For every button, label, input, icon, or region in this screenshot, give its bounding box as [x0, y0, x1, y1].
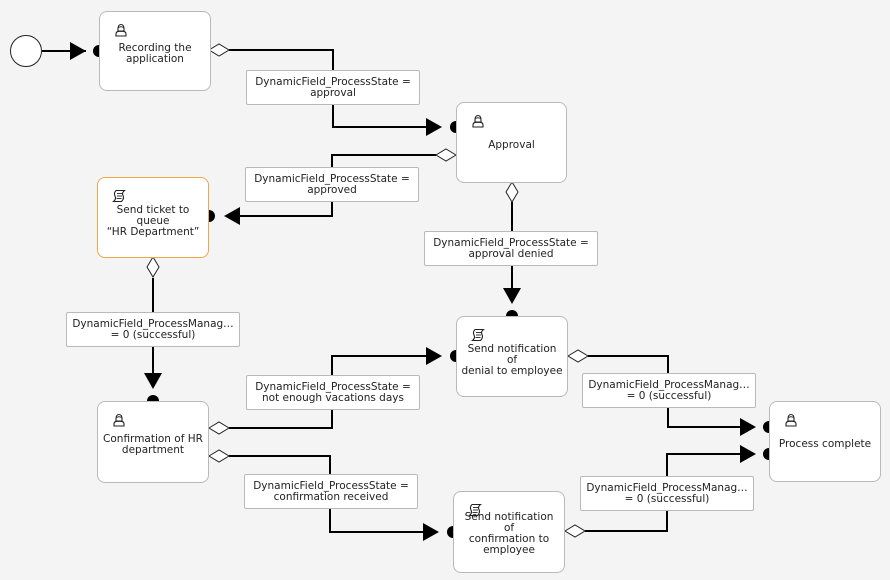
activity-process-complete[interactable]: Process complete — [769, 401, 881, 482]
transition-label-line: = 0 (successful) — [110, 328, 196, 341]
activity-label-line: employee — [483, 544, 535, 556]
arrowhead-icon — [70, 42, 86, 60]
transition-source-diamond[interactable] — [505, 181, 519, 203]
activity-label-line: application — [126, 53, 184, 65]
transition-source-diamond[interactable] — [567, 349, 589, 363]
start-event[interactable] — [10, 35, 42, 67]
transition-label-confirmation-received[interactable]: DynamicField_ProcessState = confirmation… — [244, 474, 418, 509]
transition-label-line: DynamicField_ProcessState = — [253, 479, 409, 492]
activity-label: Process complete — [774, 438, 876, 450]
script-task-icon — [470, 328, 486, 342]
arrowhead-icon — [423, 523, 439, 541]
transition-label-ticket-successful[interactable]: DynamicField_ProcessManag… = 0 (successf… — [66, 312, 240, 347]
activity-approval[interactable]: Approval — [456, 102, 567, 183]
transition-label-line: DynamicField_ProcessManag… — [586, 481, 748, 494]
script-task-icon — [111, 189, 127, 203]
transition-label-denial-successful[interactable]: DynamicField_ProcessManag… = 0 (successf… — [582, 373, 756, 408]
arrowhead-icon — [740, 418, 756, 436]
transition-label-approved[interactable]: DynamicField_ProcessState = approved — [245, 167, 419, 202]
transition-label-line: DynamicField_ProcessManag… — [72, 317, 234, 330]
transition-source-diamond[interactable] — [435, 148, 457, 162]
transition-label-approval[interactable]: DynamicField_ProcessState = approval — [246, 70, 420, 105]
transition-source-diamond[interactable] — [146, 256, 160, 278]
activity-label: Send notification of confirmation to emp… — [458, 512, 560, 556]
transition-label-line: = 0 (successful) — [626, 389, 712, 402]
transition-source-diamond[interactable] — [564, 524, 586, 538]
activity-label-line: Send ticket to queue — [116, 203, 190, 227]
activity-label: Recording the application — [104, 42, 206, 66]
transition-label-line: DynamicField_ProcessState = — [433, 236, 589, 249]
user-task-icon — [471, 114, 485, 128]
transition-label-line: DynamicField_ProcessManag… — [588, 378, 750, 391]
user-task-icon — [784, 413, 798, 427]
transition-source-diamond[interactable] — [208, 43, 230, 57]
activity-label-line: department — [121, 444, 185, 456]
transition-label-line: approval — [310, 86, 356, 99]
transition-source-diamond[interactable] — [208, 449, 230, 463]
activity-label: Approval — [461, 139, 562, 151]
arrowhead-icon — [503, 288, 521, 304]
activity-label-line: Send notification of — [464, 511, 554, 534]
transition-label-line: DynamicField_ProcessState = — [255, 380, 411, 393]
transition-source-diamond[interactable] — [208, 421, 230, 435]
activity-label-line: Approval — [488, 138, 535, 151]
activity-recording-the-application[interactable]: Recording the application — [99, 11, 211, 91]
user-task-icon — [114, 23, 128, 37]
transition-label-line: confirmation received — [273, 490, 389, 503]
activity-label-line: denial to employee — [461, 364, 563, 377]
activity-label-line: Send notification of — [467, 342, 557, 366]
activity-label-line: Process complete — [778, 437, 872, 450]
transition-label-approval-denied[interactable]: DynamicField_ProcessState = approval den… — [424, 231, 598, 266]
activity-label: Send ticket to queue “HR Department” — [102, 204, 204, 237]
transition-label-line: approved — [307, 183, 357, 196]
transition-label-line: DynamicField_ProcessState = — [255, 75, 411, 88]
arrowhead-icon — [144, 373, 162, 389]
arrowhead-icon — [224, 207, 240, 225]
arrowhead-icon — [426, 118, 442, 136]
arrowhead-icon — [740, 445, 756, 463]
process-diagram-canvas: Recording the application Approval Send … — [0, 0, 890, 580]
activity-confirmation-of-hr-department[interactable]: Confirmation of HR department — [97, 401, 209, 483]
activity-label-line: “HR Department” — [106, 225, 200, 238]
transition-label-line: = 0 (successful) — [624, 492, 710, 505]
activity-label: Send notification of denial to employee — [461, 343, 563, 376]
arrowhead-icon — [426, 347, 442, 365]
transition-label-line: not enough vacations days — [262, 391, 404, 404]
user-task-icon — [112, 413, 126, 427]
transition-label-line: DynamicField_ProcessState = — [254, 172, 410, 185]
activity-send-notification-of-denial[interactable]: Send notification of denial to employee — [456, 316, 568, 397]
transition-label-line: approval denied — [468, 247, 554, 260]
activity-send-ticket-to-queue[interactable]: Send ticket to queue “HR Department” — [97, 177, 209, 258]
transition-label-confirmation-successful[interactable]: DynamicField_ProcessManag… = 0 (successf… — [580, 476, 754, 511]
transition-label-not-enough-vacation-days[interactable]: DynamicField_ProcessState = not enough v… — [246, 375, 420, 410]
activity-label: Confirmation of HR department — [102, 433, 204, 457]
activity-send-notification-of-confirmation[interactable]: Send notification of confirmation to emp… — [453, 491, 565, 573]
